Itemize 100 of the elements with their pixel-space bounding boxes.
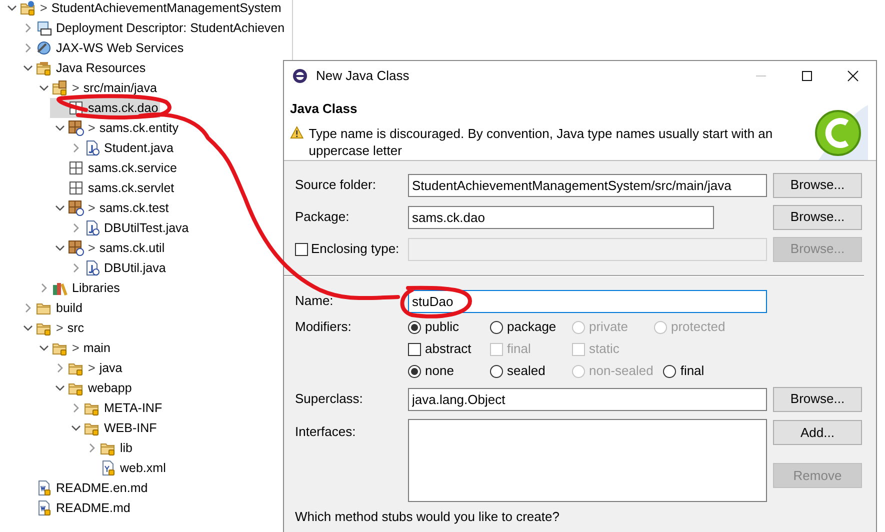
chevron-down-icon[interactable] — [55, 243, 65, 253]
chevron-down-icon[interactable] — [39, 343, 49, 353]
tree-label: Deployment Descriptor: StudentAchieven — [56, 20, 285, 37]
java-file-icon — [84, 260, 100, 276]
file-icon — [100, 460, 116, 476]
change-mark: > — [72, 340, 80, 357]
dialog-button[interactable]: Browse... — [773, 386, 862, 412]
chevron-right-icon[interactable] — [87, 443, 97, 453]
text-field[interactable]: java.lang.Object — [408, 388, 767, 410]
radio-option[interactable]: package — [490, 317, 562, 337]
chevron-right-icon[interactable] — [71, 143, 81, 153]
checkbox-icon[interactable] — [408, 342, 421, 356]
radio-icon[interactable] — [490, 320, 503, 334]
tree-item[interactable]: sams.ck.servlet — [50, 178, 176, 198]
java-file-icon — [84, 220, 100, 236]
tree-item[interactable]: DBUtilTest.java — [66, 218, 191, 238]
tree-item[interactable]: Deployment Descriptor: StudentAchieven — [18, 18, 287, 38]
package-icon — [68, 180, 84, 196]
package-icon — [68, 200, 84, 216]
radio-option[interactable]: public — [408, 317, 480, 337]
tree-label: sams.ck.service — [88, 160, 177, 177]
tree-label: Student.java — [104, 140, 174, 157]
tree-label: lib — [120, 440, 133, 457]
chevron-down-icon[interactable] — [55, 123, 65, 133]
tree-item[interactable]: DBUtil.java — [66, 258, 168, 278]
chevron-right-icon[interactable] — [71, 263, 81, 273]
tree-item[interactable]: build — [18, 298, 84, 318]
tree-label: sams.ck.test — [99, 200, 169, 217]
text-field[interactable]: sams.ck.dao — [408, 206, 714, 228]
chevron-right-icon[interactable] — [71, 223, 81, 233]
change-mark: > — [72, 80, 80, 97]
tree-item[interactable]: Student.java — [66, 138, 176, 158]
tree-item[interactable]: sams.ck.service — [50, 158, 179, 178]
tree-label: sams.ck.entity — [99, 120, 178, 137]
chevron-right-icon[interactable] — [71, 403, 81, 413]
change-mark: > — [88, 240, 96, 257]
tree-label: sams.ck.dao — [88, 100, 158, 117]
tree-item[interactable]: > src — [18, 318, 86, 338]
chevron-right-icon[interactable] — [55, 363, 65, 373]
tree-item[interactable]: webapp — [50, 378, 134, 398]
chevron-down-icon[interactable] — [55, 383, 65, 393]
tree-label: StudentAchievementManagementSystem — [51, 0, 282, 17]
change-mark: > — [88, 360, 96, 377]
dialog-button[interactable]: Browse... — [773, 204, 862, 230]
field-label: Modifiers: — [295, 318, 352, 336]
radio-option[interactable]: none — [408, 361, 480, 381]
radio-option[interactable]: final — [663, 361, 736, 381]
tree-item[interactable]: META-INF — [66, 398, 164, 418]
text-field[interactable]: stuDao — [408, 290, 767, 312]
tree-item[interactable]: > java — [50, 358, 124, 378]
text-field[interactable]: StudentAchievementManagementSystem/src/main/java — [408, 174, 767, 196]
tree-item[interactable]: > sams.ck.entity — [50, 118, 180, 138]
tree-label: web.xml — [120, 460, 166, 477]
chevron-down-icon[interactable] — [39, 83, 49, 93]
chevron-right-icon[interactable] — [23, 23, 33, 33]
tree-item[interactable]: README.md — [18, 498, 132, 518]
tree-item[interactable]: web.xml — [82, 458, 168, 478]
tree-item[interactable]: lib — [82, 438, 135, 458]
tree-item[interactable]: WEB-INF — [66, 418, 159, 438]
books-icon — [52, 280, 68, 296]
radio-option[interactable]: sealed — [490, 361, 562, 381]
field-label: Superclass: — [295, 390, 364, 408]
tree-item[interactable]: > StudentAchievementManagementSystem — [2, 0, 284, 18]
radio-icon[interactable] — [490, 364, 503, 378]
dialog-heading: Java Class — [290, 100, 358, 118]
change-mark: > — [88, 200, 96, 217]
interfaces-list[interactable] — [408, 419, 767, 502]
tree-item[interactable]: > sams.ck.test — [50, 198, 171, 218]
chevron-right-icon[interactable] — [23, 43, 33, 53]
tree-label: main — [83, 340, 110, 357]
tree-item[interactable]: Libraries — [34, 278, 122, 298]
tree-label: src — [67, 320, 84, 337]
tree-item[interactable]: Java Resources — [18, 58, 148, 78]
chevron-right-icon[interactable] — [39, 283, 49, 293]
tree-label: JAX-WS Web Services — [56, 40, 184, 57]
field-label: Interfaces: — [295, 423, 357, 441]
tree-item[interactable]: JAX-WS Web Services — [18, 38, 186, 58]
field-label: Name: — [295, 292, 334, 310]
tree-item[interactable]: README.en.md — [18, 478, 150, 498]
tree-label: WEB-INF — [104, 420, 157, 437]
tree-item[interactable]: > main — [34, 338, 112, 358]
checkbox-option[interactable]: abstract — [408, 339, 480, 359]
file-icon — [36, 480, 52, 496]
file-icon — [36, 500, 52, 516]
chevron-down-icon[interactable] — [71, 423, 81, 433]
chevron-down-icon[interactable] — [23, 323, 33, 333]
radio-icon[interactable] — [663, 364, 676, 378]
radio-icon[interactable] — [408, 320, 421, 334]
tree-item[interactable]: > sams.ck.util — [50, 238, 167, 258]
warning-icon — [290, 124, 304, 140]
tree-label: DBUtilTest.java — [104, 220, 189, 237]
chevron-down-icon[interactable] — [7, 3, 17, 13]
radio-icon[interactable] — [408, 364, 421, 378]
chevron-right-icon[interactable] — [23, 303, 33, 313]
chevron-down-icon[interactable] — [23, 63, 33, 73]
tree-label: Libraries — [72, 280, 120, 297]
chevron-down-icon[interactable] — [55, 203, 65, 213]
tree-item[interactable]: > src/main/java — [34, 78, 159, 98]
dialog-button[interactable]: Add... — [773, 420, 862, 445]
dialog-button[interactable]: Browse... — [773, 172, 862, 198]
